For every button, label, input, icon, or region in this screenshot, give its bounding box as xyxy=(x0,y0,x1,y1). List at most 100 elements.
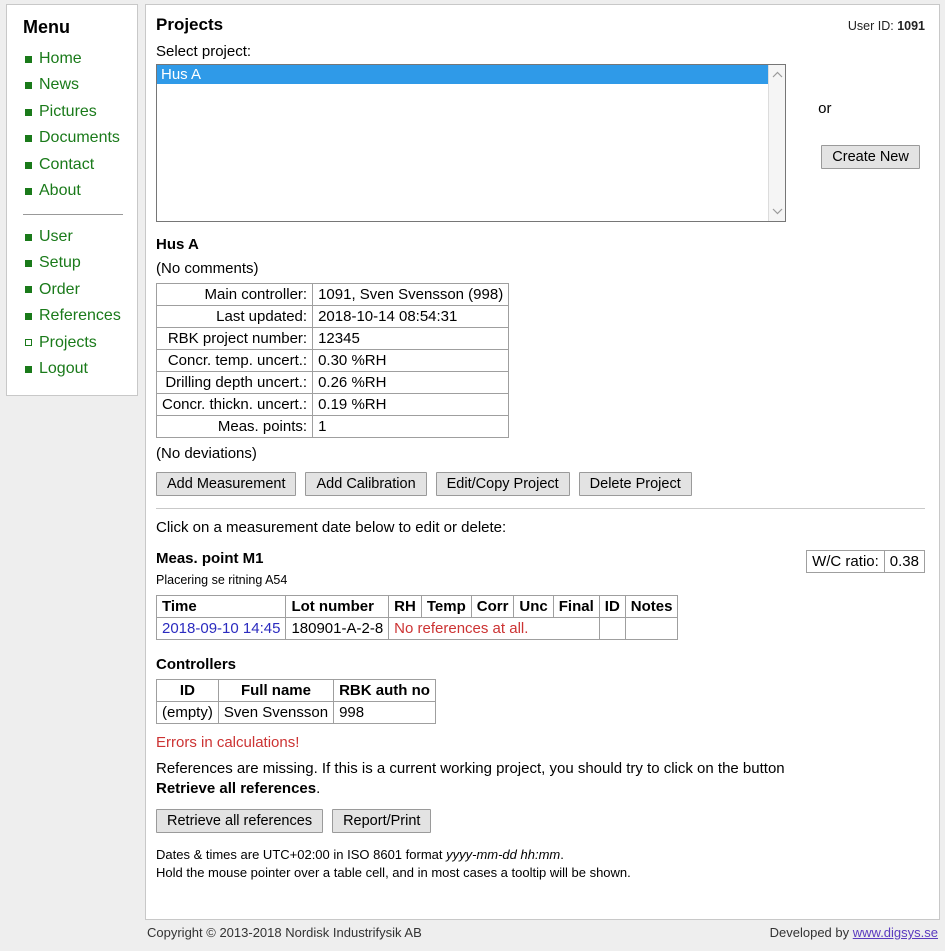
property-key: Drilling depth uncert.: xyxy=(155,371,314,394)
filled-square-icon xyxy=(25,82,32,90)
copyright-text: Copyright © 2013-2018 Nordisk Industrify… xyxy=(147,925,422,940)
footnote-datetime-post: . xyxy=(560,846,564,862)
sidebar-item-label: Setup xyxy=(39,254,81,272)
sidebar-item-label: Projects xyxy=(39,333,97,351)
property-value: 1 xyxy=(312,415,510,438)
footnote-datetime-format: yyyy-mm-dd hh:mm xyxy=(446,846,561,862)
sidebar-item-label: News xyxy=(39,76,80,94)
status-message-bold: Retrieve all references xyxy=(156,779,317,797)
wc-ratio-label: W/C ratio: xyxy=(806,550,885,573)
property-row: RBK project number: 12345 xyxy=(155,327,510,350)
listbox-scrollbar[interactable] xyxy=(768,65,786,221)
measurement-point-header: Meas. point M1 Placering se ritning A54 … xyxy=(156,550,926,595)
property-row: Concr. temp. uncert.: 0.30 %RH xyxy=(155,349,510,372)
project-action-buttons: Add Measurement Add Calibration Edit/Copy … xyxy=(156,472,925,496)
developer-credit: Developed by www.digsys.se xyxy=(770,925,938,940)
property-key: Main controller: xyxy=(155,283,314,306)
column-header: Corr xyxy=(470,595,515,618)
sidebar-item-label: Contact xyxy=(39,155,95,173)
filled-square-icon xyxy=(25,161,32,169)
filled-square-icon xyxy=(25,312,32,320)
footnotes: Dates & times are UTC+02:00 in ISO 8601 … xyxy=(156,846,925,884)
report-print-button[interactable]: Report/Print xyxy=(332,808,432,833)
property-row: Meas. points: 1 xyxy=(155,415,510,438)
sidebar-item-logout[interactable]: Logout xyxy=(7,356,137,382)
column-header: Time xyxy=(155,595,287,618)
sidebar-item-label: Home xyxy=(39,50,82,67)
property-key: RBK project number: xyxy=(155,327,314,350)
property-key: Concr. thickn. uncert.: xyxy=(155,393,314,416)
project-properties-table: Main controller: 1091, Sven Svensson (998… xyxy=(155,283,510,438)
measurement-time-cell: 2018-09-10 14:45 xyxy=(155,617,287,640)
sidebar-item-label: User xyxy=(39,227,73,245)
sidebar-item-news[interactable]: News xyxy=(7,72,137,98)
sidebar-divider xyxy=(23,213,123,215)
column-header: Unc xyxy=(513,595,554,618)
property-key: Last updated: xyxy=(155,305,314,328)
filled-square-icon xyxy=(25,188,32,196)
wc-ratio-table: W/C ratio: 0.38 xyxy=(806,550,926,573)
controller-name-cell: Sven Svensson xyxy=(217,701,335,724)
property-value: 12345 xyxy=(312,327,510,350)
project-listbox[interactable]: Hus A xyxy=(156,64,787,222)
sidebar-item-projects[interactable]: Projects xyxy=(7,330,137,356)
project-comments: (No comments) xyxy=(156,260,259,277)
measurement-point-title: Meas. point M1 xyxy=(156,550,264,567)
property-key: Meas. points: xyxy=(155,415,314,438)
add-measurement-button[interactable]: Add Measurement xyxy=(156,472,297,496)
table-row: (empty) Sven Svensson 998 xyxy=(156,701,436,724)
developer-link[interactable]: www.digsys.se xyxy=(853,925,938,940)
sidebar-item-documents[interactable]: Documents xyxy=(7,125,137,151)
property-value: 0.30 %RH xyxy=(312,349,510,372)
retrieve-all-references-button[interactable]: Retrieve all references xyxy=(156,808,324,833)
measurement-hint: Click on a measurement date below to edi… xyxy=(156,519,507,536)
footnote-line-2: Hold the mouse pointer over a table cell… xyxy=(156,865,631,881)
filled-square-icon xyxy=(25,233,32,241)
developed-by-label: Developed by xyxy=(769,925,850,940)
sidebar-item-user[interactable]: User xyxy=(7,224,137,250)
user-id-label: User ID: xyxy=(847,19,894,33)
sidebar-item-order[interactable]: Order xyxy=(7,277,137,303)
sidebar-item-label: Logout xyxy=(39,360,88,378)
app-page: Menu Home News Pictures Documents Contact Abo… xyxy=(0,0,945,951)
sidebar-item-label: About xyxy=(39,182,81,200)
delete-project-button[interactable]: Delete Project xyxy=(578,472,692,496)
measurement-date-link[interactable]: 2018-09-10 14:45 xyxy=(162,620,280,637)
status-message-part1: References are missing. If this is a cur… xyxy=(156,760,785,777)
controller-id-cell: (empty) xyxy=(156,701,219,724)
sidebar-item-references[interactable]: References xyxy=(7,303,137,329)
property-key: Concr. temp. uncert.: xyxy=(155,349,314,372)
sidebar-group-primary: Home News Pictures Documents Contact About xyxy=(7,46,137,205)
chevron-up-icon[interactable] xyxy=(769,67,785,83)
sidebar-item-about[interactable]: About xyxy=(7,178,137,204)
project-selection-row: Hus A or Create New xyxy=(156,64,925,222)
project-deviations: (No deviations) xyxy=(156,445,257,462)
lot-number-cell: 180901-A-2-8 xyxy=(285,617,390,640)
filled-square-icon xyxy=(25,260,32,268)
sidebar-group-secondary: User Setup Order References Projects Logout xyxy=(7,224,137,383)
footnote-datetime-pre: Dates & times are UTC+02:00 in ISO 8601 … xyxy=(156,846,447,862)
filled-square-icon xyxy=(25,135,32,143)
sidebar-item-pictures[interactable]: Pictures xyxy=(7,99,137,125)
create-new-button[interactable]: Create New xyxy=(821,145,920,169)
filled-square-icon xyxy=(25,108,32,116)
column-header: RBK auth no xyxy=(333,679,436,702)
sidebar-item-home[interactable]: Home xyxy=(7,46,137,72)
column-header: Notes xyxy=(624,595,679,618)
measurements-table-header: Time Lot number RH Temp Corr Unc Final ID Notes xyxy=(155,595,679,618)
property-row: Concr. thickn. uncert.: 0.19 %RH xyxy=(155,393,510,416)
project-option-hus-a[interactable]: Hus A xyxy=(157,65,786,84)
select-project-label: Select project: xyxy=(156,43,252,60)
property-row: Last updated: 2018-10-14 08:54:31 xyxy=(155,305,510,328)
user-id-display: User ID: 1091 xyxy=(848,19,925,33)
add-calibration-button[interactable]: Add Calibration xyxy=(305,472,427,496)
sidebar-item-contact[interactable]: Contact xyxy=(7,152,137,178)
main-content-panel: Projects User ID: 1091 Select project: H… xyxy=(145,4,940,920)
edit-copy-project-button[interactable]: Edit/Copy Project xyxy=(435,472,570,496)
column-header: Temp xyxy=(420,595,472,618)
property-value: 0.26 %RH xyxy=(312,371,510,394)
chevron-down-icon[interactable] xyxy=(769,203,785,219)
page-footer: Copyright © 2013-2018 Nordisk Industrify… xyxy=(145,925,940,940)
sidebar-item-setup[interactable]: Setup xyxy=(7,250,137,276)
error-heading: Errors in calculations! xyxy=(156,734,300,751)
